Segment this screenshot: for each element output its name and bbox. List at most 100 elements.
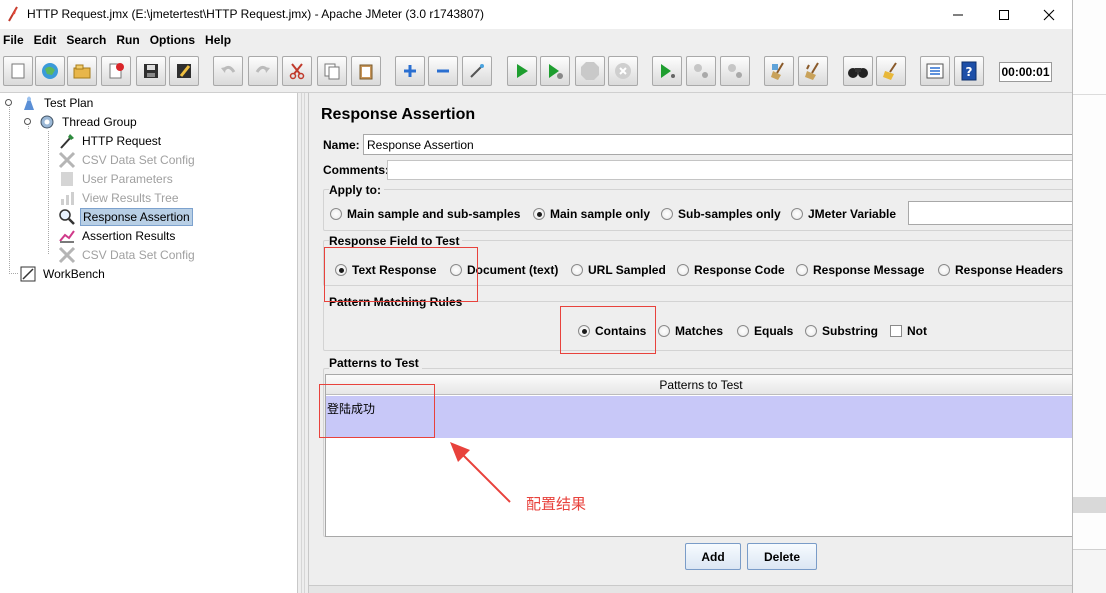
patterns-column-header[interactable]: Patterns to Test	[326, 375, 1072, 395]
redo-button[interactable]	[248, 56, 278, 86]
new-button[interactable]	[3, 56, 33, 86]
radio-dot	[677, 264, 689, 276]
collapse-toggle-icon[interactable]	[23, 117, 32, 126]
magnifier-icon	[58, 208, 76, 226]
not-checkbox[interactable]: Not	[890, 324, 927, 338]
remote-start-icon	[661, 64, 675, 78]
menu-file[interactable]: File	[3, 33, 24, 47]
window-title: HTTP Request.jmx (E:\jmetertest\HTTP Req…	[27, 7, 485, 21]
search-button[interactable]	[843, 56, 873, 86]
close-window-button[interactable]	[1026, 0, 1072, 29]
radio-sub-samples-only[interactable]: Sub-samples only	[661, 207, 781, 221]
copy-icon	[324, 63, 340, 80]
tools-icon	[58, 246, 76, 264]
tree-item-assertion-results[interactable]: Assertion Results	[58, 226, 177, 245]
help-button[interactable]: ?	[954, 56, 984, 86]
maximize-button[interactable]	[981, 0, 1027, 29]
radio-label: Substring	[822, 324, 878, 338]
remote-stop-button[interactable]	[686, 56, 716, 86]
function-helper-button[interactable]	[920, 56, 950, 86]
open-button[interactable]	[67, 56, 97, 86]
redo-icon	[255, 65, 270, 73]
reset-search-button[interactable]	[876, 56, 906, 86]
remote-shutdown-button[interactable]	[720, 56, 750, 86]
save-as-icon	[177, 64, 191, 78]
annotation-box-response-field	[324, 247, 478, 302]
background-divider	[1073, 94, 1106, 95]
menu-search[interactable]: Search	[66, 33, 106, 47]
menu-options[interactable]: Options	[150, 33, 195, 47]
radio-dot	[805, 325, 817, 337]
radio-dot	[791, 208, 803, 220]
tree-item-label: Response Assertion	[80, 207, 193, 226]
radio-main-sample-only[interactable]: Main sample only	[533, 207, 650, 221]
radio-equals[interactable]: Equals	[737, 324, 793, 338]
paste-button[interactable]	[351, 56, 381, 86]
tree-item-view-results-tree[interactable]: View Results Tree	[58, 188, 181, 207]
radio-dot	[533, 208, 545, 220]
gear-icon	[38, 113, 56, 131]
menu-help[interactable]: Help	[205, 33, 231, 47]
start-button[interactable]	[507, 56, 537, 86]
shutdown-button[interactable]	[608, 56, 638, 86]
tree-item-user-parameters[interactable]: User Parameters	[58, 169, 175, 188]
radio-response-message[interactable]: Response Message	[796, 263, 924, 277]
radio-label: URL Sampled	[588, 263, 666, 277]
broom-icon	[771, 62, 784, 80]
expand-all-button[interactable]	[395, 56, 425, 86]
tree-item-test-plan[interactable]: Test Plan	[20, 93, 95, 112]
radio-substring[interactable]: Substring	[805, 324, 878, 338]
tree-item-csv-data-set-config[interactable]: CSV Data Set Config	[58, 245, 197, 264]
menu-run[interactable]: Run	[116, 33, 139, 47]
radio-main-and-sub-samples[interactable]: Main sample and sub-samples	[330, 207, 520, 221]
minimize-button[interactable]	[935, 0, 981, 29]
tree-item-response-assertion[interactable]: Response Assertion	[58, 207, 193, 226]
collapse-all-button[interactable]	[428, 56, 458, 86]
undo-button[interactable]	[213, 56, 243, 86]
collapse-toggle-icon[interactable]	[4, 98, 13, 107]
close-file-button[interactable]	[101, 56, 131, 86]
annotation-label: 配置结果	[526, 496, 587, 513]
delete-button[interactable]: Delete	[747, 543, 817, 570]
name-input[interactable]: Response Assertion	[363, 134, 1072, 155]
pane-splitter[interactable]	[298, 93, 308, 593]
cut-button[interactable]	[282, 56, 312, 86]
save-as-button[interactable]	[169, 56, 199, 86]
tree-item-workbench[interactable]: WorkBench	[19, 264, 107, 283]
close-file-icon	[109, 63, 124, 79]
paste-icon	[359, 64, 373, 80]
radio-response-headers[interactable]: Response Headers	[938, 263, 1063, 277]
copy-button[interactable]	[317, 56, 347, 86]
add-button[interactable]: Add	[685, 543, 741, 570]
templates-button[interactable]	[35, 56, 65, 86]
remote-shutdown-icon	[728, 64, 742, 78]
tree-item-csv-data-set-config[interactable]: CSV Data Set Config	[58, 150, 197, 169]
comments-input[interactable]	[387, 160, 1072, 180]
radio-dot	[571, 264, 583, 276]
menu-edit[interactable]: Edit	[34, 33, 57, 47]
radio-dot	[658, 325, 670, 337]
tree-item-thread-group[interactable]: Thread Group	[38, 112, 139, 131]
clear-all-button[interactable]	[798, 56, 828, 86]
binoculars-icon	[848, 68, 868, 78]
templates-icon	[42, 63, 58, 79]
jmeter-variable-input[interactable]	[908, 201, 1072, 225]
save-button[interactable]	[136, 56, 166, 86]
toolbar: ?	[0, 51, 1072, 93]
radio-url-sampled[interactable]: URL Sampled	[571, 263, 666, 277]
radio-jmeter-variable[interactable]: JMeter Variable	[791, 207, 896, 221]
radio-response-code[interactable]: Response Code	[677, 263, 785, 277]
stop-button[interactable]	[575, 56, 605, 86]
start-no-pause-button[interactable]	[540, 56, 570, 86]
radio-label: Main sample and sub-samples	[347, 207, 521, 221]
toggle-button[interactable]	[462, 56, 492, 86]
radio-matches[interactable]: Matches	[658, 324, 723, 338]
remote-start-button[interactable]	[652, 56, 682, 86]
comments-label: Comments:	[323, 163, 390, 177]
tree-item-http-request[interactable]: HTTP Request	[58, 131, 163, 150]
horizontal-scrollbar[interactable]	[309, 585, 1072, 593]
tree-connector	[28, 126, 29, 130]
elapsed-timer: 00:00:01	[999, 62, 1052, 82]
clear-button[interactable]	[764, 56, 794, 86]
table-row[interactable]: 登陆成功	[326, 396, 1072, 438]
